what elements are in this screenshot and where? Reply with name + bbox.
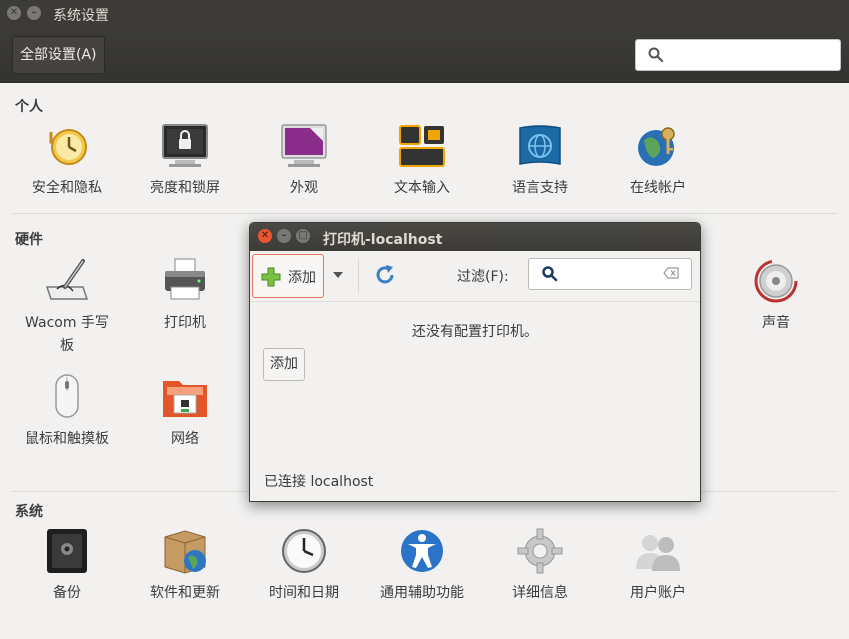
minimize-window-button[interactable]: –: [27, 6, 41, 20]
window-titlebar: ✕ – 系统设置: [0, 0, 849, 28]
settings-item-label: 详细信息: [512, 585, 568, 601]
settings-item-label: 亮度和锁屏: [150, 180, 220, 196]
section-divider: [12, 213, 837, 214]
filter-input[interactable]: [563, 264, 663, 284]
settings-item-label: 用户账户: [630, 585, 686, 601]
add-printer-label: 添加: [288, 270, 316, 286]
settings-item-label: 外观: [290, 180, 318, 196]
plus-icon: [261, 267, 281, 287]
settings-item-sound[interactable]: 声音: [721, 257, 831, 335]
speaker-icon: [752, 257, 800, 305]
empty-message: 还没有配置打印机。: [412, 324, 538, 340]
package-globe-icon: [161, 527, 209, 575]
globe-key-icon: [634, 122, 682, 170]
settings-item-network[interactable]: 网络: [130, 373, 240, 451]
mouse-icon: [43, 373, 91, 421]
dialog-minimize-button[interactable]: –: [277, 229, 291, 243]
dialog-close-button[interactable]: ✕: [258, 229, 272, 243]
settings-item-backup[interactable]: 备份: [12, 527, 122, 605]
section-title-personal: 个人: [15, 99, 43, 115]
settings-item-details[interactable]: 详细信息: [485, 527, 595, 605]
safe-icon: [43, 527, 91, 575]
settings-item-label: 时间和日期: [269, 585, 339, 601]
settings-item-mouse-touchpad[interactable]: 鼠标和触摸板: [12, 373, 122, 451]
language-flag-icon: [516, 122, 564, 170]
clock-icon: [280, 527, 328, 575]
settings-item-brightness-lock[interactable]: 亮度和锁屏: [130, 122, 240, 200]
settings-item-label: 备份: [53, 585, 81, 601]
settings-item-language[interactable]: 语言支持: [485, 122, 595, 200]
refresh-icon[interactable]: [374, 264, 396, 286]
settings-search-box[interactable]: [635, 39, 841, 71]
connection-status: 已连接 localhost: [264, 474, 374, 490]
chevron-down-icon[interactable]: [333, 272, 343, 278]
add-button[interactable]: 添加: [263, 348, 305, 381]
section-title-system: 系统: [15, 504, 43, 520]
accessibility-icon: [398, 527, 446, 575]
settings-search-input[interactable]: [670, 44, 834, 66]
search-icon: [648, 47, 664, 63]
settings-item-label: 文本输入: [394, 180, 450, 196]
settings-item-label: Wacom 手写板: [25, 315, 109, 354]
settings-item-user-accounts[interactable]: 用户账户: [603, 527, 713, 605]
settings-item-label: 声音: [762, 315, 790, 331]
settings-item-label: 软件和更新: [150, 585, 220, 601]
add-printer-button[interactable]: 添加: [252, 254, 324, 298]
keyboard-icon: [398, 122, 446, 170]
network-folder-icon: [161, 373, 209, 421]
filter-search-box[interactable]: [528, 258, 692, 290]
settings-item-software-updates[interactable]: 软件和更新: [130, 527, 240, 605]
appearance-monitor-icon: [280, 122, 328, 170]
tablet-pen-icon: [43, 257, 91, 305]
toolbar-separator: [358, 259, 359, 293]
dialog-title: 打印机-localhost: [323, 232, 443, 248]
settings-item-online-accounts[interactable]: 在线帐户: [603, 122, 713, 200]
dialog-toolbar: 添加 过滤(F):: [250, 251, 700, 302]
settings-item-label: 通用辅助功能: [380, 585, 464, 601]
settings-item-wacom[interactable]: Wacom 手写板: [12, 257, 122, 358]
search-icon: [542, 266, 558, 282]
settings-item-text-input[interactable]: 文本输入: [367, 122, 477, 200]
all-settings-button[interactable]: 全部设置(A): [12, 36, 105, 74]
printer-dialog: ✕ – □ 打印机-localhost 添加 过滤(F): 还没有配置打印机。 …: [249, 222, 701, 502]
filter-label: 过滤(F):: [457, 269, 509, 285]
window-title: 系统设置: [53, 8, 109, 24]
section-title-hardware: 硬件: [15, 232, 43, 248]
settings-item-appearance[interactable]: 外观: [249, 122, 359, 200]
printer-icon: [161, 257, 209, 305]
clear-icon[interactable]: [663, 267, 679, 279]
settings-item-label: 语言支持: [512, 180, 568, 196]
clock-history-icon: [43, 122, 91, 170]
settings-item-label: 安全和隐私: [32, 180, 102, 196]
dialog-titlebar: ✕ – □ 打印机-localhost: [250, 223, 700, 251]
settings-item-printer[interactable]: 打印机: [130, 257, 240, 335]
settings-item-label: 网络: [171, 431, 199, 447]
monitor-lock-icon: [161, 122, 209, 170]
settings-item-label: 鼠标和触摸板: [25, 431, 109, 447]
users-icon: [634, 527, 682, 575]
close-window-button[interactable]: ✕: [7, 6, 21, 20]
settings-item-security-privacy[interactable]: 安全和隐私: [12, 122, 122, 200]
settings-toolbar: 全部设置(A): [0, 28, 849, 83]
settings-item-label: 打印机: [164, 315, 206, 331]
settings-item-label: 在线帐户: [630, 180, 686, 196]
settings-item-time-date[interactable]: 时间和日期: [249, 527, 359, 605]
dialog-maximize-button[interactable]: □: [296, 229, 310, 243]
settings-item-accessibility[interactable]: 通用辅助功能: [367, 527, 477, 605]
gear-icon: [516, 527, 564, 575]
